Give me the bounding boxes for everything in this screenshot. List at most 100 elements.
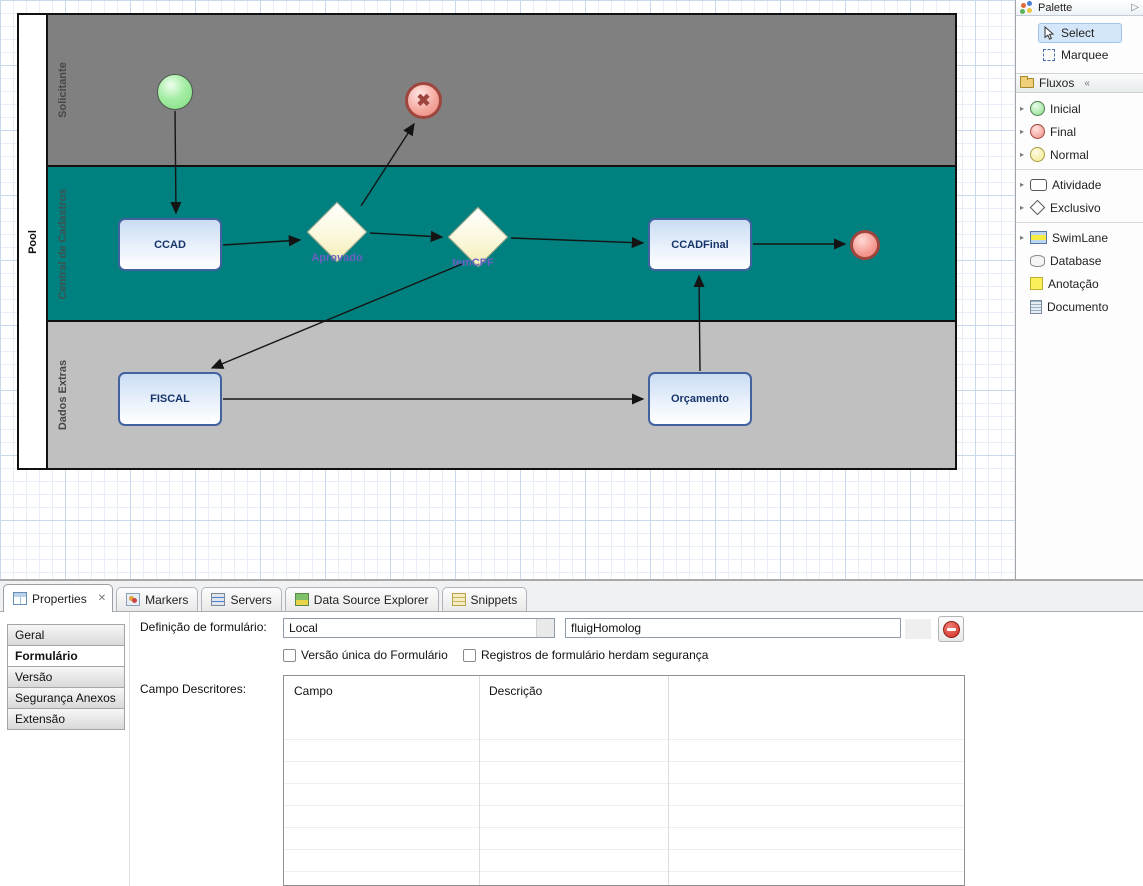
task-fiscal[interactable]: FISCAL (118, 372, 222, 426)
section-label: Geral (15, 628, 44, 642)
table-row[interactable] (284, 784, 964, 806)
marquee-icon (1043, 49, 1055, 61)
tab-label: Servers (230, 593, 271, 607)
section-geral[interactable]: Geral (7, 624, 125, 646)
table-row[interactable] (284, 718, 964, 740)
combo-dropdown-button[interactable] (536, 619, 554, 637)
palette-item-final[interactable]: ▸ Final (1016, 120, 1143, 143)
task-ccad[interactable]: CCAD (118, 218, 222, 271)
palette-item-label: Inicial (1050, 102, 1081, 116)
palette-header[interactable]: Palette ▷ (1016, 0, 1143, 16)
table-row[interactable] (284, 872, 964, 886)
palette-item-exclusivo[interactable]: ▸ Exclusivo (1016, 196, 1143, 219)
palette-items: ▸ Inicial ▸ Final ▸ Normal ▸ (1016, 93, 1143, 318)
section-seguranca-anexos[interactable]: Segurança Anexos (7, 687, 125, 709)
end-event-node[interactable] (850, 230, 880, 260)
definition-type-value: Local (284, 619, 536, 637)
tool-select[interactable]: Select (1038, 23, 1122, 43)
tab-data-source-explorer[interactable]: Data Source Explorer (285, 587, 439, 611)
expander-icon[interactable]: ▸ (1020, 203, 1024, 212)
expander-icon[interactable]: ▸ (1020, 104, 1024, 113)
pool-label: Pool (27, 230, 39, 254)
column-divider[interactable] (668, 676, 669, 885)
lane-dados-label: Dados Extras (57, 360, 69, 430)
diagram-canvas[interactable]: Pool Solicitante Central de Cadastros Da… (0, 0, 1016, 579)
tab-label: Data Source Explorer (314, 593, 429, 607)
palette-collapse-icon[interactable]: ▷ (1131, 2, 1139, 13)
column-header-descricao[interactable]: Descrição (489, 684, 542, 698)
form-name-input[interactable] (565, 618, 901, 638)
column-divider[interactable] (479, 676, 480, 885)
table-row[interactable] (284, 740, 964, 762)
gateway-temcpf-label: temCPF (438, 257, 508, 269)
table-header: Campo Descrição (284, 676, 964, 718)
palette-panel: Palette ▷ Select Marquee Fluxos « (1016, 0, 1143, 579)
fluxos-drawer-header[interactable]: Fluxos « (1016, 74, 1143, 93)
tab-markers[interactable]: Markers (116, 587, 198, 611)
tab-properties[interactable]: Properties ✕ (3, 584, 113, 612)
section-versao[interactable]: Versão (7, 666, 125, 688)
section-label: Segurança Anexos (15, 691, 116, 705)
palette-separator (1016, 169, 1143, 170)
table-row[interactable] (284, 762, 964, 784)
browse-button[interactable] (905, 619, 931, 639)
remove-form-button[interactable] (938, 616, 964, 642)
task-ccadfinal[interactable]: CCADFinal (648, 218, 752, 271)
formulario-form: Definição de formulário: Local Versão ún… (130, 612, 1143, 886)
column-header-campo[interactable]: Campo (294, 684, 333, 698)
expander-icon[interactable]: ▸ (1020, 127, 1024, 136)
tab-servers[interactable]: Servers (201, 587, 281, 611)
table-row[interactable] (284, 850, 964, 872)
drawer-pin-icon[interactable]: « (1084, 78, 1090, 89)
palette-item-label: Database (1050, 254, 1101, 268)
minus-icon (943, 621, 960, 638)
palette-item-swimlane[interactable]: ▸ SwimLane (1016, 226, 1143, 249)
exclusive-gateway-icon (1030, 200, 1046, 216)
view-tabbar: Properties ✕ Markers Servers Data Source… (0, 581, 1143, 612)
servers-icon (211, 593, 225, 606)
section-extensao[interactable]: Extensão (7, 708, 125, 730)
palette-item-atividade[interactable]: ▸ Atividade (1016, 173, 1143, 196)
single-version-checkbox-row: Versão única do Formulário (283, 648, 448, 662)
properties-view: Properties ✕ Markers Servers Data Source… (0, 581, 1143, 886)
table-row[interactable] (284, 828, 964, 850)
task-ccad-label: CCAD (154, 239, 186, 251)
palette-item-label: Documento (1047, 300, 1108, 314)
gateway-aprovado-label: Aprovado (309, 252, 365, 264)
error-end-event-node[interactable]: ✖ (405, 82, 442, 119)
palette-item-normal[interactable]: ▸ Normal (1016, 143, 1143, 166)
properties-icon (13, 592, 27, 605)
pool-label-column: Pool (19, 15, 48, 468)
table-row[interactable] (284, 806, 964, 828)
palette-item-inicial[interactable]: ▸ Inicial (1016, 97, 1143, 120)
single-version-checkbox[interactable] (283, 649, 296, 662)
tab-snippets[interactable]: Snippets (442, 587, 528, 611)
palette-item-label: Final (1050, 125, 1076, 139)
inherit-security-checkbox[interactable] (463, 649, 476, 662)
descriptors-table[interactable]: Campo Descrição (283, 675, 965, 886)
start-event-node[interactable] (157, 74, 193, 110)
error-x-icon: ✖ (416, 92, 430, 109)
palette-separator (1016, 222, 1143, 223)
expander-icon[interactable]: ▸ (1020, 180, 1024, 189)
swimlane-icon (1030, 231, 1047, 244)
section-formulario[interactable]: Formulário (7, 645, 125, 667)
section-label: Versão (15, 670, 52, 684)
tool-marquee[interactable]: Marquee (1038, 45, 1122, 65)
definition-type-combo[interactable]: Local (283, 618, 555, 638)
cursor-icon (1043, 26, 1055, 40)
expander-icon[interactable]: ▸ (1020, 150, 1024, 159)
task-orcamento[interactable]: Orçamento (648, 372, 752, 426)
fluxos-drawer-title: Fluxos (1039, 76, 1074, 90)
close-icon[interactable]: ✕ (98, 593, 106, 604)
task-fiscal-label: FISCAL (150, 393, 190, 405)
markers-icon (126, 593, 140, 606)
descriptors-label: Campo Descritores: (140, 682, 246, 696)
palette-item-label: Normal (1050, 148, 1089, 162)
expander-icon[interactable]: ▸ (1020, 233, 1024, 242)
snippets-icon (452, 593, 466, 606)
palette-item-database[interactable]: Database (1016, 249, 1143, 272)
lane-solicitante-label: Solicitante (57, 62, 69, 118)
palette-item-anotacao[interactable]: Anotação (1016, 272, 1143, 295)
palette-item-documento[interactable]: Documento (1016, 295, 1143, 318)
